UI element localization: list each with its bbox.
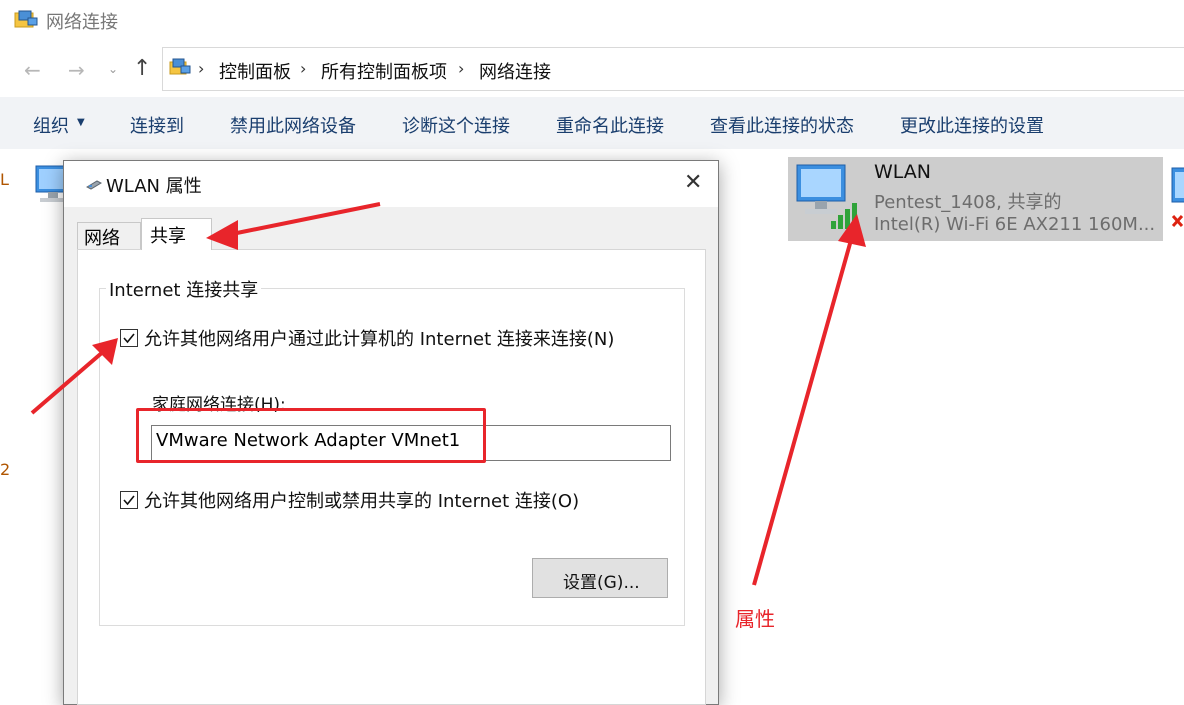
arrow-head xyxy=(92,338,118,365)
arrow-head xyxy=(206,220,238,250)
arrow-head xyxy=(838,214,866,247)
arrow-to-wlan-icon xyxy=(752,239,853,586)
arrow-to-checkbox xyxy=(30,349,106,415)
arrow-to-sharing-tab xyxy=(231,202,381,236)
annotation-arrows xyxy=(30,202,866,586)
